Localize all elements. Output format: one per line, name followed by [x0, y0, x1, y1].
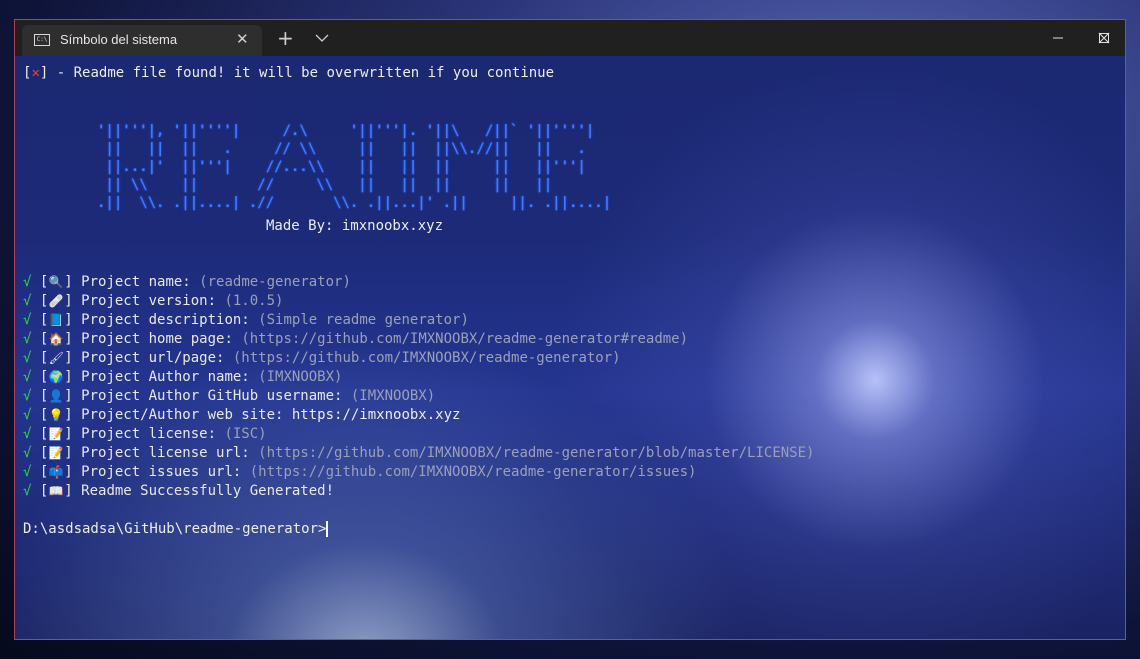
list-item: √ [🏠] Project home page: (https://github… [23, 331, 689, 347]
answer-label: Readme Successfully Generated! [81, 483, 335, 499]
answer-value: (https://github.com/IMXNOOBX/readme-gene… [258, 445, 815, 461]
answer-icon: 👤 [48, 389, 64, 403]
answer-value: (https://github.com/IMXNOOBX/readme-gene… [249, 464, 697, 480]
banner-line: '||'''|, '||''''| /.\ '||'''|. '||\ /||`… [97, 123, 595, 139]
answer-value: (ISC) [224, 426, 267, 442]
list-item: √ [📘] Project description: (Simple readm… [23, 312, 469, 328]
answer-label: Project home page: [81, 331, 242, 347]
answer-icon: 🏠 [48, 332, 64, 346]
answer-label: Project license url: [81, 445, 259, 461]
list-item: √ [📝] Project license: (ISC) [23, 426, 267, 442]
terminal-output: [✕] - Readme file found! it will be over… [23, 56, 1125, 639]
answer-value: (IMXNOOBX) [350, 388, 436, 404]
banner-line: || || || . // \\ || || ||\\.//|| || . [97, 141, 586, 157]
list-item: √ [📝] Project license url: (https://gith… [23, 445, 815, 461]
cross-icon: ✕ [31, 65, 40, 81]
answer-icon: 📘 [48, 313, 64, 327]
answer-label: Project description: [81, 312, 259, 328]
answer-icon: 🖌 [48, 351, 64, 365]
answer-icon: 📝 [48, 446, 64, 460]
answer-label: Project version: [81, 293, 225, 309]
answer-value: (1.0.5) [224, 293, 284, 309]
answer-icon: 🔍 [48, 275, 64, 289]
terminal-window: C:\ Símbolo del sistema ✕ + [✕] - Readme… [14, 19, 1126, 640]
readme-ascii-banner: '||'''|, '||''''| /.\ '||'''|. '||\ /||`… [97, 122, 611, 212]
answer-icon: 🌍 [48, 370, 64, 384]
list-item: √ [📖] Readme Successfully Generated! [23, 483, 335, 499]
answer-value: (https://github.com/IMXNOOBX/readme-gene… [241, 331, 689, 347]
list-item: √ [💡] Project/Author web site: https://i… [23, 407, 461, 423]
new-tab-button[interactable]: + [277, 26, 294, 50]
list-item: √ [🔍] Project name: (readme-generator) [23, 274, 351, 290]
list-item: √ [📫] Project issues url: (https://githu… [23, 464, 697, 480]
answer-label: Project name: [81, 274, 200, 290]
banner-line: || \\ || // \\ || || || || || [97, 177, 553, 193]
list-item: √ [👤] Project Author GitHub username: (I… [23, 388, 436, 404]
answer-label: Project/Author web site: [81, 407, 292, 423]
answer-label: Project issues url: [81, 464, 250, 480]
close-button[interactable] [1081, 20, 1125, 56]
text-cursor [326, 521, 329, 537]
chevron-down-icon[interactable] [313, 29, 331, 47]
tab-command-prompt[interactable]: C:\ Símbolo del sistema ✕ [22, 25, 262, 56]
banner-line: ||...|' ||'''| //...\\ || || || || ||'''… [97, 159, 586, 175]
prompt-path: D:\asdsadsa\GitHub\readme-generator> [23, 521, 327, 537]
answer-value: (IMXNOOBX) [258, 369, 343, 385]
list-item: √ [🌍] Project Author name: (IMXNOOBX) [23, 369, 343, 385]
answer-icon: 📖 [48, 484, 64, 498]
title-bar: C:\ Símbolo del sistema ✕ + [15, 20, 1125, 56]
answer-icon: 📫 [48, 465, 64, 479]
list-item: √ [🩹] Project version: (1.0.5) [23, 293, 284, 309]
answer-label: Project url/page: [81, 350, 233, 366]
warning-text: - Readme file found! it will be overwrit… [48, 65, 555, 81]
answer-value: (https://github.com/IMXNOOBX/readme-gene… [232, 350, 621, 366]
answer-icon: 💡 [48, 408, 64, 422]
list-item: √ [🖌] Project url/page: (https://github.… [23, 350, 621, 366]
minimize-button[interactable] [1035, 20, 1081, 56]
command-prompt[interactable]: D:\asdsadsa\GitHub\readme-generator> [23, 520, 329, 539]
close-tab-icon[interactable]: ✕ [236, 30, 249, 48]
tab-title: Símbolo del sistema [60, 32, 178, 47]
answer-icon: 📝 [48, 427, 64, 441]
warning-line: [✕] - Readme file found! it will be over… [23, 65, 555, 81]
answer-icon: 🩹 [48, 294, 64, 308]
answer-value: https://imxnoobx.xyz [291, 407, 461, 423]
answer-value: (readme-generator) [199, 274, 351, 290]
answer-label: Project Author name: [81, 369, 259, 385]
made-by-credit: Made By: imxnoobx.xyz [266, 218, 444, 234]
answer-label: Project license: [81, 426, 225, 442]
banner-line: .|| \\. .||....| .// \\. .||...|' .|| ||… [97, 195, 612, 211]
terminal-icon: C:\ [34, 34, 50, 46]
answer-value: (Simple readme generator) [258, 312, 469, 328]
answer-label: Project Author GitHub username: [81, 388, 351, 404]
